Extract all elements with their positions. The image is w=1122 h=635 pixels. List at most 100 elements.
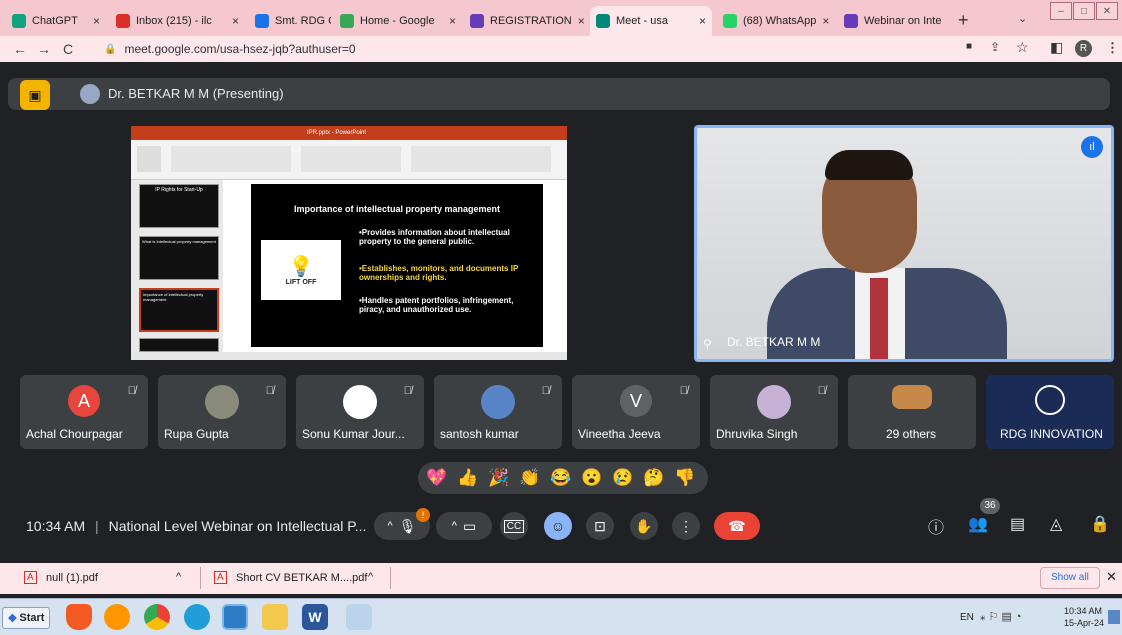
tab-8[interactable]: Webinar on Inte×: [838, 6, 948, 36]
share-icon[interactable]: ⇪: [990, 40, 1000, 54]
reaction-emoji-icon[interactable]: 👍: [457, 468, 478, 488]
close-tab-icon[interactable]: ×: [941, 14, 948, 28]
slide-thumb-4[interactable]: [139, 338, 219, 352]
menu-icon[interactable]: ⋮: [1106, 40, 1119, 56]
tab-5[interactable]: REGISTRATION ×: [464, 6, 586, 36]
chevron-up-icon[interactable]: ^: [368, 571, 373, 583]
speaker-video: ıl ⚲ Dr. BETKAR M M: [694, 125, 1114, 362]
participant-tile[interactable]: V 🎙̸ Vineetha Jeeva: [572, 375, 700, 449]
tab-2[interactable]: Inbox (215) - ilc ×: [110, 6, 245, 36]
clock-time: 10:34 AM: [26, 518, 86, 534]
participant-name: 29 others: [886, 427, 937, 441]
tab-search-icon[interactable]: ⌄: [1018, 12, 1027, 25]
download-item-2[interactable]: Short CV BETKAR M....pdf: [236, 572, 367, 584]
info-icon[interactable]: ⓘ: [928, 514, 944, 538]
pin-icon[interactable]: ⚲: [703, 337, 712, 351]
reaction-emoji-icon[interactable]: 👎: [674, 468, 695, 488]
chrome-icon[interactable]: [144, 604, 170, 630]
edge-icon[interactable]: [184, 604, 210, 630]
participant-tile[interactable]: A 🎙̸ Achal Chourpagar: [20, 375, 148, 449]
participant-tile[interactable]: 🎙̸ Dhruvika Singh: [710, 375, 838, 449]
profile-avatar[interactable]: R: [1075, 40, 1092, 57]
reaction-emoji-icon[interactable]: 💖: [426, 468, 447, 488]
download-item-1[interactable]: null (1).pdf: [46, 572, 98, 584]
tab-4[interactable]: Home - Google ×: [334, 6, 462, 36]
camera-icon[interactable]: ■: [966, 41, 972, 52]
word-icon[interactable]: W: [302, 604, 328, 630]
firefox-icon[interactable]: [104, 604, 130, 630]
chrome-profile-icon[interactable]: [222, 604, 248, 630]
leave-call-button[interactable]: ☎: [714, 512, 760, 540]
minimize-button[interactable]: –: [1050, 2, 1072, 20]
reaction-emoji-icon[interactable]: 🤔: [643, 468, 664, 488]
close-tab-icon[interactable]: ×: [226, 14, 239, 28]
participant-tile[interactable]: 🎙̸ Sonu Kumar Jour...: [296, 375, 424, 449]
activities-icon[interactable]: ◬: [1050, 514, 1062, 534]
maximize-button[interactable]: □: [1073, 2, 1095, 20]
forward-icon[interactable]: →: [32, 41, 56, 57]
reaction-emoji-icon[interactable]: 👏: [519, 468, 540, 488]
close-tab-icon[interactable]: ×: [87, 14, 100, 28]
url-field[interactable]: 🔒 meet.google.com/usa-hsez-jqb?authuser=…: [104, 39, 944, 59]
captions-button[interactable]: CC: [500, 512, 528, 540]
people-icon[interactable]: 👥: [968, 514, 988, 534]
participant-name: Rupa Gupta: [164, 427, 229, 441]
participant-avatar: [892, 385, 932, 409]
participant-tile[interactable]: 29 others: [848, 375, 976, 449]
tab-6[interactable]: Meet - usa ×: [590, 6, 712, 36]
participant-tile[interactable]: 🎙̸ Rupa Gupta: [158, 375, 286, 449]
reaction-emoji-icon[interactable]: 😢: [612, 468, 633, 488]
close-tab-icon[interactable]: ×: [816, 14, 829, 28]
bookmark-star-icon[interactable]: ☆: [1016, 39, 1029, 56]
paint-icon[interactable]: [346, 604, 372, 630]
tray-icons[interactable]: ⁎ ⚐ ▤ ◔: [980, 610, 1022, 623]
raise-hand-button[interactable]: ✋: [630, 512, 658, 540]
close-tab-icon[interactable]: ×: [443, 14, 456, 28]
reaction-emoji-icon[interactable]: 🎉: [488, 468, 509, 488]
back-icon[interactable]: ←: [8, 41, 32, 57]
sidepanel-icon[interactable]: ◧: [1050, 39, 1063, 56]
speaker-hair: [825, 150, 913, 180]
tab-7[interactable]: (68) WhatsApp ×: [717, 6, 834, 36]
participant-tile[interactable]: RDG INNOVATION: [986, 375, 1114, 449]
close-downloads-icon[interactable]: ✕: [1106, 569, 1117, 585]
show-desktop-button[interactable]: [1108, 610, 1120, 624]
new-tab-button[interactable]: +: [958, 10, 969, 31]
reaction-emoji-icon[interactable]: 😮: [581, 468, 602, 488]
language-indicator[interactable]: EN: [960, 612, 974, 623]
present-button[interactable]: ⊡: [586, 512, 614, 540]
more-vert-icon: ⋮: [679, 517, 693, 534]
more-options-button[interactable]: ⋮: [672, 512, 700, 540]
drive-icon: [340, 14, 354, 28]
brave-icon[interactable]: [66, 604, 92, 630]
captions-icon: CC: [503, 519, 525, 533]
file-explorer-icon[interactable]: [262, 604, 288, 630]
participant-avatar: [757, 385, 791, 419]
clock-date: 15-Apr-24: [1064, 618, 1105, 628]
host-controls-icon[interactable]: 🔒: [1090, 514, 1110, 534]
close-tab-icon[interactable]: ×: [693, 14, 706, 28]
slide-thumb-3[interactable]: Importance of intellectual property mana…: [139, 288, 219, 332]
start-button[interactable]: ❖ Start: [2, 607, 50, 629]
participant-avatar: [343, 385, 377, 419]
slide-title: Importance of intellectual property mana…: [293, 204, 501, 214]
chevron-up-icon[interactable]: ^: [176, 571, 181, 583]
tab-1[interactable]: ChatGPT ×: [6, 6, 106, 36]
reload-icon[interactable]: C: [56, 41, 80, 57]
chat-icon[interactable]: ▤: [1010, 514, 1025, 534]
close-window-button[interactable]: ✕: [1096, 2, 1118, 20]
participant-avatar: V: [620, 385, 652, 417]
close-tab-icon[interactable]: ×: [572, 14, 585, 28]
show-all-button[interactable]: Show all: [1040, 567, 1100, 589]
camera-toggle[interactable]: ^ ▭: [436, 512, 492, 540]
slide-thumb-1[interactable]: IP Rights for Start-Up: [139, 184, 219, 228]
participant-tile[interactable]: 🎙̸ santosh kumar: [434, 375, 562, 449]
tab-3[interactable]: Smt. RDG Colle×: [249, 6, 331, 36]
slide-thumb-2[interactable]: What is Intellectual property management: [139, 236, 219, 280]
presentation-icon[interactable]: ▣: [20, 80, 50, 110]
logo-text: LIFT OFF: [285, 279, 317, 286]
tab-label: REGISTRATION: [490, 15, 572, 27]
emoji-button[interactable]: ☺: [544, 512, 572, 540]
reaction-emoji-icon[interactable]: 😂: [550, 468, 571, 488]
chevron-up-icon: ^: [387, 520, 393, 532]
